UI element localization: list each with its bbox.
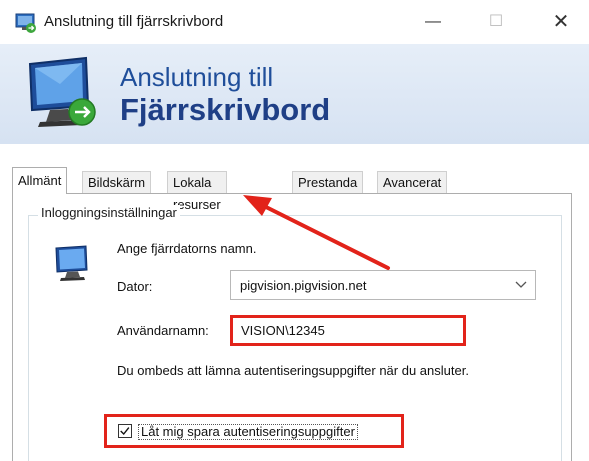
- tab-display[interactable]: Bildskärm: [82, 171, 152, 193]
- tab-advanced[interactable]: Avancerat: [377, 171, 448, 193]
- remote-desktop-monitor-icon: [28, 56, 96, 127]
- username-field[interactable]: VISION\12345: [230, 315, 466, 346]
- remote-desktop-window: Anslutning till fjärrskrivbord — ☐ ✕ Ans…: [0, 0, 589, 461]
- banner-title-line2: Fjärrskrivbord: [120, 92, 331, 127]
- close-button[interactable]: ✕: [539, 6, 583, 38]
- computer-prompt-text: Ange fjärrdatorns namn.: [117, 241, 257, 256]
- minimize-button[interactable]: —: [411, 6, 455, 38]
- computer-label: Dator:: [117, 279, 153, 294]
- computer-select[interactable]: pigvision.pigvision.net: [230, 270, 536, 300]
- tab-performance[interactable]: Prestanda: [292, 171, 364, 193]
- banner-title-line1: Anslutning till: [120, 62, 274, 92]
- login-settings-legend: Inloggningsinställningar: [38, 205, 180, 220]
- close-icon: ✕: [552, 11, 570, 33]
- maximize-button[interactable]: ☐: [474, 6, 518, 38]
- tab-general[interactable]: Allmänt: [12, 167, 68, 194]
- save-credentials-checkbox[interactable]: [118, 424, 132, 438]
- credentials-info-text: Du ombeds att lämna autentiseringsuppgif…: [117, 363, 469, 378]
- username-value: VISION\12345: [241, 323, 325, 338]
- remote-desktop-icon: [15, 13, 36, 33]
- maximize-icon: ☐: [488, 13, 504, 30]
- tab-local-resources[interactable]: Lokala resurser: [167, 171, 227, 212]
- minimize-icon: —: [425, 13, 441, 30]
- save-credentials-label[interactable]: Låt mig spara autentiseringsuppgifter: [138, 424, 358, 440]
- username-label: Användarnamn:: [117, 323, 209, 338]
- chevron-down-icon: [515, 281, 527, 288]
- checkmark-icon: [120, 427, 130, 436]
- banner: Anslutning till Fjärrskrivbord: [0, 44, 589, 144]
- computer-select-value: pigvision.pigvision.net: [240, 278, 367, 293]
- title-bar: Anslutning till fjärrskrivbord — ☐ ✕: [0, 0, 589, 44]
- window-title: Anslutning till fjärrskrivbord: [44, 13, 224, 30]
- computer-icon: [55, 245, 88, 281]
